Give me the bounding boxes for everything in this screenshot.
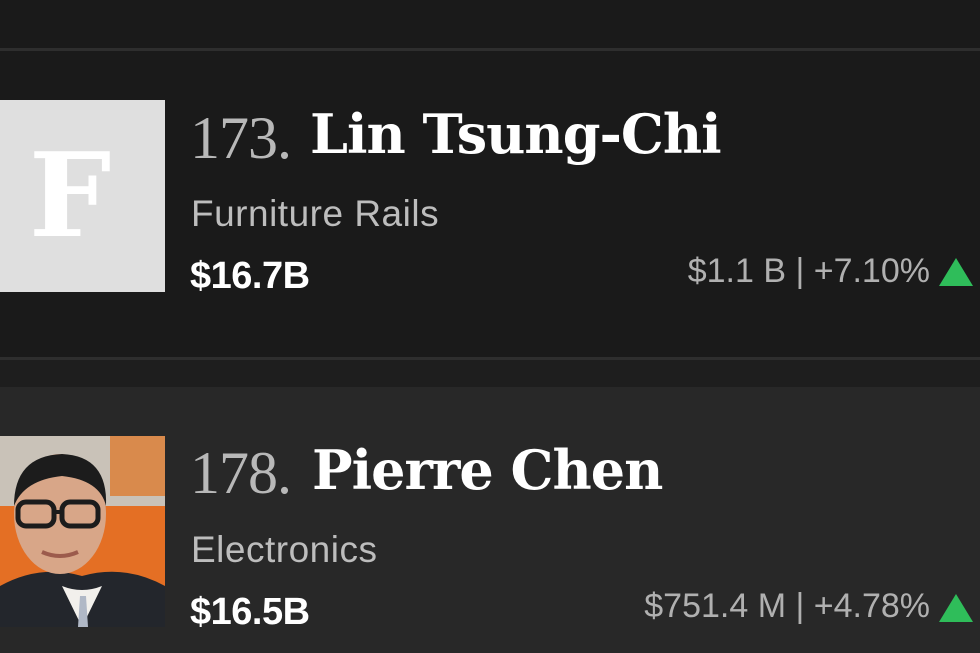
person-name[interactable]: Lin Tsung-Chi bbox=[310, 102, 722, 166]
rank-number: 173. bbox=[190, 105, 292, 171]
billionaire-card[interactable]: F 173. Lin Tsung-Chi Furniture Rails $16… bbox=[0, 51, 980, 357]
billionaire-card[interactable]: 178. Pierre Chen Electronics $16.5B $751… bbox=[0, 387, 980, 653]
daily-change: $1.1 B | +7.10% bbox=[687, 252, 930, 290]
row-gap bbox=[0, 360, 980, 387]
rank-number: 178. bbox=[190, 440, 292, 506]
daily-change: $751.4 M | +4.78% bbox=[644, 587, 930, 625]
up-arrow-icon bbox=[939, 594, 973, 622]
placeholder-letter: F bbox=[28, 128, 112, 264]
up-arrow-icon bbox=[939, 258, 973, 286]
profile-photo[interactable] bbox=[0, 436, 165, 627]
portrait-image bbox=[0, 436, 165, 627]
wealth-source: Furniture Rails bbox=[191, 193, 440, 234]
net-worth: $16.7B bbox=[190, 255, 310, 297]
profile-photo-placeholder[interactable]: F bbox=[0, 100, 165, 292]
wealth-source: Electronics bbox=[191, 529, 378, 570]
net-worth: $16.5B bbox=[190, 591, 310, 633]
list-top-spacer bbox=[0, 0, 980, 48]
person-name[interactable]: Pierre Chen bbox=[312, 438, 663, 502]
